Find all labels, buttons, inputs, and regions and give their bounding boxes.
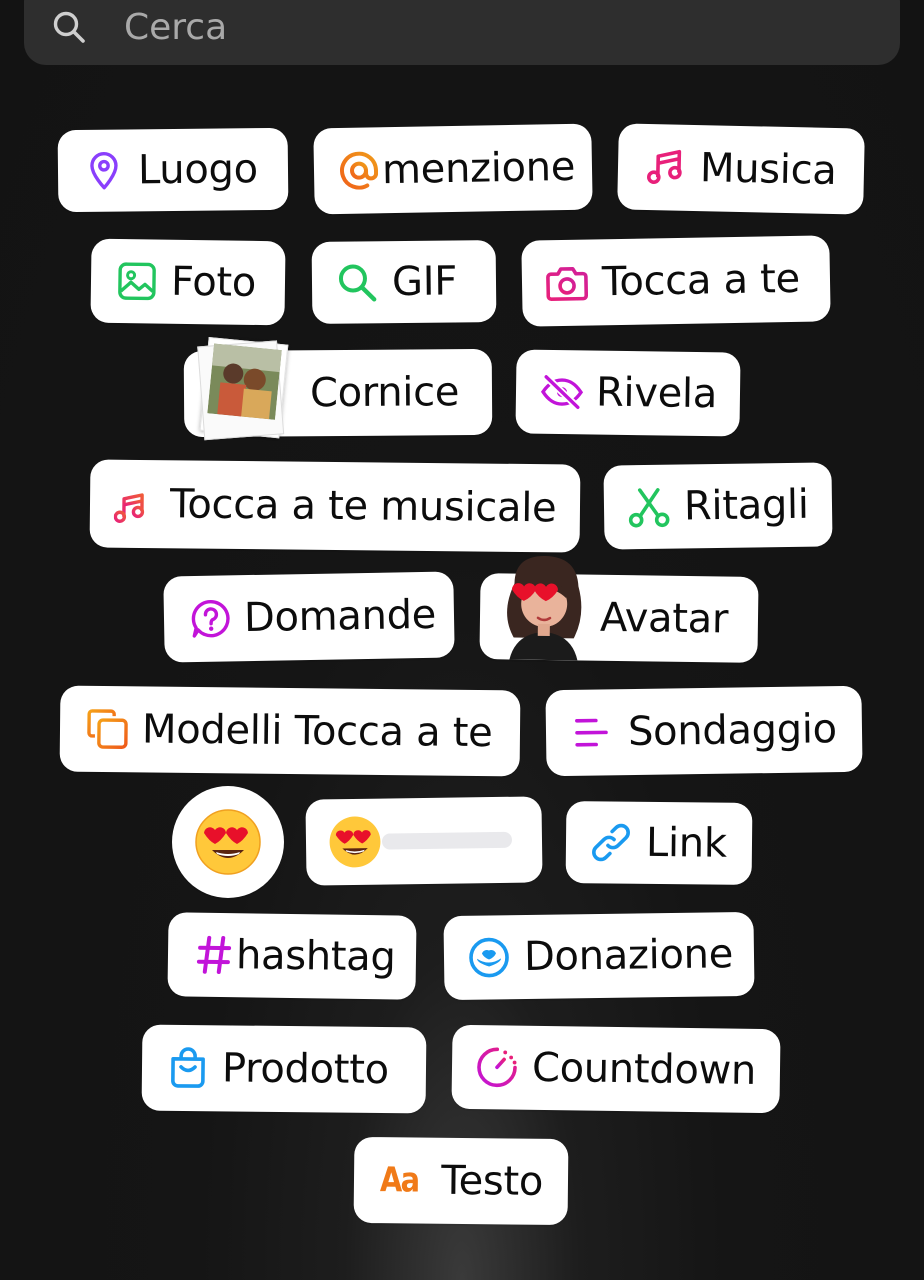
search-input[interactable] <box>122 2 826 52</box>
sticker-hashtag[interactable]: hashtag <box>167 912 417 1000</box>
sticker-foto[interactable]: Foto <box>90 238 286 326</box>
sticker-testo[interactable]: Aa Testo <box>353 1136 569 1226</box>
hash-icon <box>196 935 233 975</box>
text-icon: Aa <box>379 1160 419 1201</box>
sticker-emoji-slider[interactable] <box>305 796 543 886</box>
frame-photo-thumbnail <box>197 336 289 441</box>
search-bar[interactable] <box>24 0 900 65</box>
sticker-label: Modelli Tocca a te <box>141 706 493 757</box>
timer-icon <box>476 1046 519 1089</box>
sticker-label: Testo <box>441 1157 544 1205</box>
music-note-icon <box>646 148 685 187</box>
sticker-label: Musica <box>699 145 837 194</box>
photo-icon <box>117 261 158 302</box>
avatar <box>493 553 594 661</box>
sticker-emoji-reaction[interactable] <box>172 786 284 898</box>
map-pin-icon <box>86 151 122 191</box>
sticker-countdown[interactable]: Countdown <box>451 1024 781 1114</box>
sticker-ritagli[interactable]: Ritagli <box>603 462 833 550</box>
donation-icon <box>468 936 511 979</box>
at-sign-icon <box>340 151 379 190</box>
sticker-prodotto[interactable]: Prodotto <box>141 1024 427 1114</box>
sticker-label: Tocca a te <box>601 255 801 306</box>
sticker-avatar[interactable]: Avatar <box>479 555 759 663</box>
sticker-label: Sondaggio <box>627 706 838 756</box>
sticker-cornice[interactable]: Cornice <box>183 336 493 441</box>
sticker-label: Donazione <box>523 931 734 981</box>
sticker-modelli-tocca-a-te[interactable]: Modelli Tocca a te <box>59 685 521 777</box>
sticker-donazione[interactable]: Donazione <box>443 911 755 1001</box>
sticker-label: Cornice <box>309 369 460 417</box>
sticker-label: Tocca a te musicale <box>169 481 557 532</box>
slider-track[interactable] <box>381 831 513 850</box>
music-plus-icon <box>113 483 158 525</box>
heart-eyes-emoji-icon <box>195 809 261 875</box>
sticker-tocca-a-te-musicale[interactable]: Tocca a te musicale <box>89 459 581 553</box>
sticker-label: Countdown <box>531 1044 757 1094</box>
sticker-domande[interactable]: Domande <box>163 571 455 663</box>
sticker-luogo[interactable]: Luogo <box>57 127 289 213</box>
sticker-label: Luogo <box>137 146 259 194</box>
sticker-label: Avatar <box>599 594 729 643</box>
sticker-label: Ritagli <box>683 481 809 530</box>
link-icon <box>590 821 632 863</box>
sticker-rivela[interactable]: Rivela <box>515 349 741 437</box>
sticker-gif[interactable]: GIF <box>311 240 497 324</box>
scissors-icon <box>628 486 671 529</box>
sticker-tocca-a-te[interactable]: Tocca a te <box>521 235 831 327</box>
poll-lines-icon <box>574 716 610 748</box>
sticker-sondaggio[interactable]: Sondaggio <box>545 685 863 777</box>
sticker-label: GIF <box>391 258 458 306</box>
sticker-label: Prodotto <box>221 1045 390 1094</box>
sticker-label: Rivela <box>595 369 718 418</box>
sticker-label: Link <box>645 819 727 867</box>
search-icon <box>53 11 85 43</box>
sticker-label: Foto <box>170 258 257 306</box>
sticker-musica[interactable]: Musica <box>617 123 865 215</box>
eye-off-icon <box>540 374 584 411</box>
sticker-label: Domande <box>243 591 437 642</box>
sticker-label: menzione <box>381 143 576 194</box>
shopping-bag-icon <box>168 1047 208 1089</box>
sticker-link[interactable]: Link <box>565 801 753 885</box>
sticker-label: hashtag <box>235 932 396 981</box>
search-icon <box>336 261 378 303</box>
question-bubble-icon <box>190 597 233 640</box>
heart-eyes-emoji-icon <box>329 816 381 868</box>
camera-icon <box>546 264 589 303</box>
sticker-menzione[interactable]: menzione <box>313 123 593 215</box>
template-add-icon <box>86 708 130 750</box>
